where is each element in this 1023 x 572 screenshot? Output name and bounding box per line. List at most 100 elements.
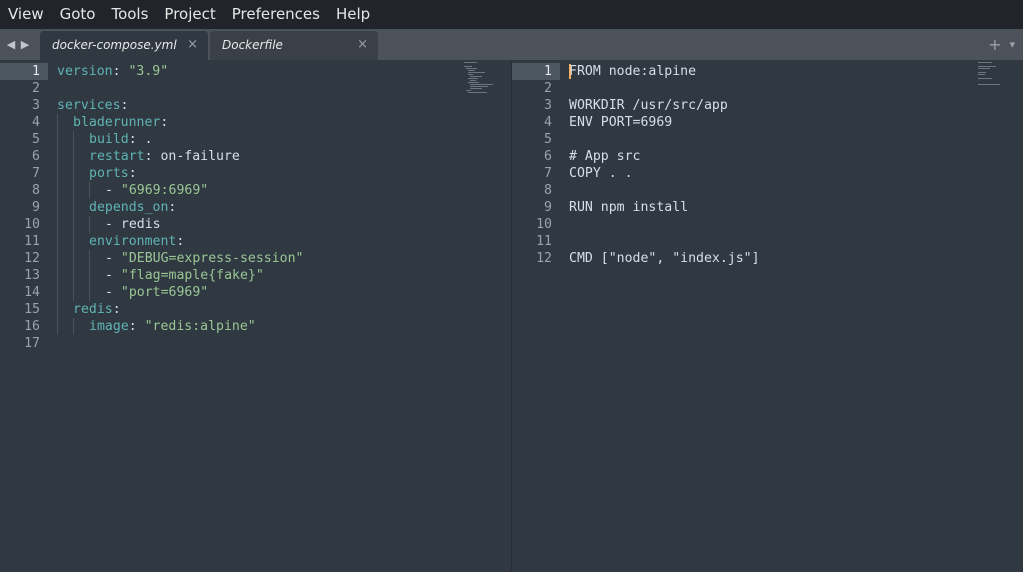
menu-item-view[interactable]: View <box>0 0 52 29</box>
code-line[interactable]: 1 FROM node:alpine <box>512 63 1023 80</box>
line-number: 17 <box>24 336 40 351</box>
line-number: 12 <box>536 251 552 266</box>
prev-tab-arrow-icon[interactable]: ◀ <box>6 38 16 51</box>
yaml-key: environment <box>89 234 177 249</box>
line-number: 12 <box>24 251 40 266</box>
yaml-key: version <box>57 64 113 79</box>
code-line[interactable]: 14 - "port=6969" <box>0 284 511 301</box>
code-line[interactable]: 13 - "flag=maple{fake}" <box>0 267 511 284</box>
code-text: - "6969:6969" <box>105 182 208 199</box>
code-line[interactable]: 4 bladerunner: <box>0 114 511 131</box>
indent-guide <box>57 148 58 165</box>
minimap-line <box>470 88 482 89</box>
indent-guide <box>73 267 74 284</box>
code-line[interactable]: 7 ports: <box>0 165 511 182</box>
line-number: 9 <box>32 200 40 215</box>
tab-list-dropdown-icon[interactable]: ▾ <box>1009 38 1015 51</box>
code-line[interactable]: 2 <box>0 80 511 97</box>
minimap-line <box>466 90 472 91</box>
code-line[interactable]: 3 WORKDIR /usr/src/app <box>512 97 1023 114</box>
code-line[interactable]: 8 <box>512 182 1023 199</box>
line-number: 14 <box>24 285 40 300</box>
menu-bar: View Goto Tools Project Preferences Help <box>0 0 1023 29</box>
menu-item-goto[interactable]: Goto <box>52 0 104 29</box>
editor-pane-right[interactable]: 1 FROM node:alpine 2 3 WORKDIR /usr/src/app 4… <box>512 60 1023 572</box>
editor-pane-left[interactable]: 1 version: "3.9" 2 3 services: 4 bladerunner: 5… <box>0 60 511 572</box>
code-line[interactable]: 17 <box>0 335 511 352</box>
code-line[interactable]: 12 CMD ["node", "index.js"] <box>512 250 1023 267</box>
yaml-key: redis <box>73 302 113 317</box>
tab-bar-actions: + ▾ <box>988 29 1015 60</box>
code-text: services: <box>57 97 128 114</box>
code-text: ports: <box>89 165 137 182</box>
indent-guide <box>57 318 58 335</box>
line-number: 7 <box>544 166 552 181</box>
code-line[interactable]: 11 <box>512 233 1023 250</box>
line-number: 5 <box>544 132 552 147</box>
minimap-right[interactable] <box>978 62 1018 92</box>
code-text: - "DEBUG=express-session" <box>105 250 304 267</box>
code-line[interactable]: 2 <box>512 80 1023 97</box>
code-line[interactable]: 5 <box>512 131 1023 148</box>
indent-guide <box>57 199 58 216</box>
indent-guide <box>89 284 90 301</box>
indent-guide <box>89 182 90 199</box>
code-line[interactable]: 16 image: "redis:alpine" <box>0 318 511 335</box>
code-text: restart: on-failure <box>89 148 240 165</box>
code-token: - <box>105 285 121 300</box>
code-line[interactable]: 10 <box>512 216 1023 233</box>
tab-docker-compose[interactable]: docker-compose.yml × <box>40 31 208 60</box>
line-number: 1 <box>544 64 552 79</box>
minimap-line <box>978 62 993 63</box>
menu-item-project[interactable]: Project <box>156 0 223 29</box>
close-icon[interactable]: × <box>187 37 198 52</box>
indent-guide <box>89 250 90 267</box>
code-text: environment: <box>89 233 184 250</box>
yaml-string: "port=6969" <box>120 285 209 300</box>
line-number: 11 <box>536 234 552 249</box>
code-line[interactable]: 5 build: . <box>0 131 511 148</box>
code-token: : <box>176 234 185 249</box>
next-tab-arrow-icon[interactable]: ▶ <box>20 38 30 51</box>
indent-guide <box>57 216 58 233</box>
code-text: - "port=6969" <box>105 284 208 301</box>
code-line[interactable]: 1 version: "3.9" <box>0 63 511 80</box>
code-line[interactable]: 10 - redis <box>0 216 511 233</box>
code-line[interactable]: 6 restart: on-failure <box>0 148 511 165</box>
code-line[interactable]: 7 COPY . . <box>512 165 1023 182</box>
code-text: RUN npm install <box>569 200 689 215</box>
code-text: COPY . . <box>569 166 633 181</box>
close-icon[interactable]: × <box>357 37 368 52</box>
code-line[interactable]: 9 RUN npm install <box>512 199 1023 216</box>
code-text: - redis <box>105 216 161 233</box>
code-token: : <box>128 319 145 334</box>
code-line[interactable]: 9 depends_on: <box>0 199 511 216</box>
line-number: 9 <box>544 200 552 215</box>
indent-guide <box>57 114 58 131</box>
minimap-left[interactable] <box>464 62 504 102</box>
minimap-line <box>470 80 477 81</box>
code-text: # App src <box>569 149 641 164</box>
menu-item-tools[interactable]: Tools <box>103 0 156 29</box>
indent-guide <box>57 284 58 301</box>
menu-item-help[interactable]: Help <box>328 0 378 29</box>
line-number: 1 <box>32 64 40 79</box>
yaml-key: ports <box>89 166 129 181</box>
indent-guide <box>89 267 90 284</box>
tab-dockerfile[interactable]: Dockerfile × <box>210 31 378 60</box>
code-text: image: "redis:alpine" <box>89 318 256 335</box>
code-line[interactable]: 3 services: <box>0 97 511 114</box>
yaml-key: restart <box>89 149 145 164</box>
line-number: 11 <box>24 234 40 249</box>
code-line[interactable]: 12 - "DEBUG=express-session" <box>0 250 511 267</box>
line-number: 8 <box>544 183 552 198</box>
code-line[interactable]: 8 - "6969:6969" <box>0 182 511 199</box>
new-tab-plus-icon[interactable]: + <box>988 35 1001 54</box>
line-number: 3 <box>32 98 40 113</box>
tab-nav: ◀ ▶ <box>6 29 30 60</box>
code-line[interactable]: 11 environment: <box>0 233 511 250</box>
code-line[interactable]: 6 # App src <box>512 148 1023 165</box>
menu-item-preferences[interactable]: Preferences <box>224 0 328 29</box>
code-line[interactable]: 15 redis: <box>0 301 511 318</box>
code-line[interactable]: 4 ENV PORT=6969 <box>512 114 1023 131</box>
